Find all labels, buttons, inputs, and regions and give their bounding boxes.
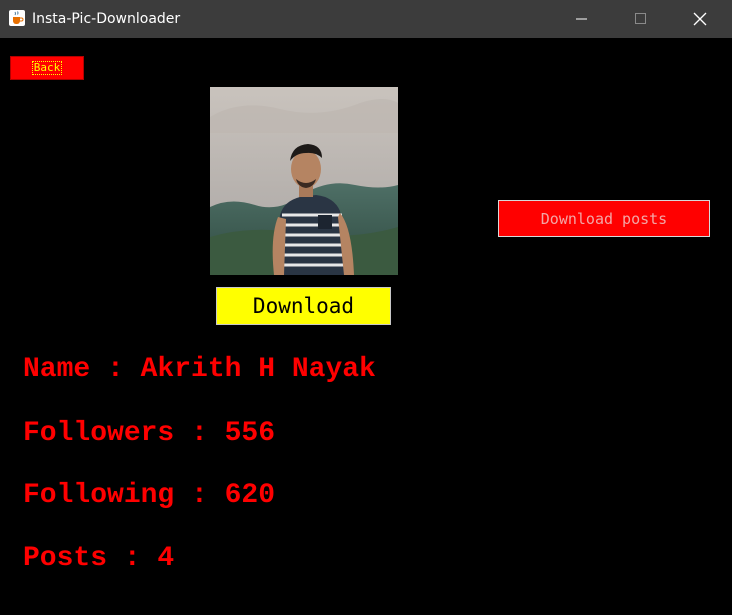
minimize-button[interactable] xyxy=(559,0,605,38)
maximize-icon xyxy=(635,13,646,24)
back-button-label: Back xyxy=(31,61,63,75)
download-button[interactable]: Download xyxy=(216,287,391,325)
posts-count: Posts : 4 xyxy=(23,543,175,574)
close-button[interactable] xyxy=(677,0,723,38)
followers-count: Followers : 556 xyxy=(23,418,276,449)
title-bar[interactable]: Insta-Pic-Downloader xyxy=(0,0,732,38)
download-posts-button-label: Download posts xyxy=(540,209,668,228)
close-icon xyxy=(693,12,707,26)
java-cup-icon xyxy=(9,10,25,26)
profile-picture xyxy=(210,87,398,275)
back-button[interactable]: Back xyxy=(10,56,84,80)
download-posts-button[interactable]: Download posts xyxy=(498,200,710,237)
following-count: Following : 620 xyxy=(23,480,276,511)
download-button-label: Download xyxy=(252,294,355,318)
minimize-icon xyxy=(576,18,587,20)
main-content: Back Download posts Download Name: Akri… xyxy=(0,38,732,615)
profile-name: Name : Akrith H Nayak xyxy=(23,354,376,385)
window-title: Insta-Pic-Downloader xyxy=(32,11,181,27)
maximize-button[interactable] xyxy=(618,0,664,38)
app-window: Insta-Pic-Downloader Back Download posts… xyxy=(0,0,732,615)
